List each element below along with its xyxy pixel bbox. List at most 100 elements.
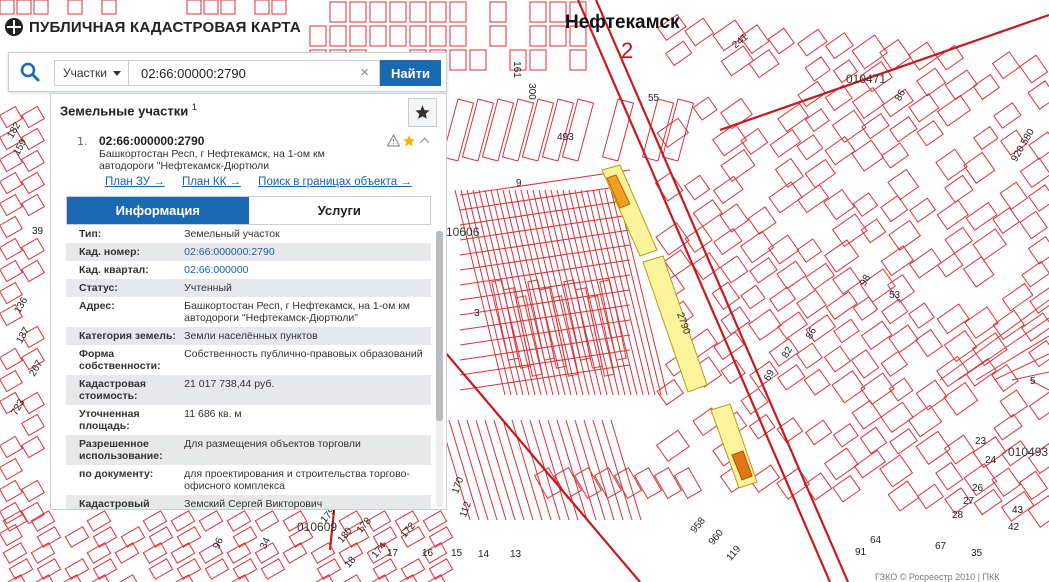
property-row: Кадастровая стоимость: 21 017 738,44 руб. <box>66 375 431 405</box>
property-value: Собственность публично-правовых образова… <box>184 348 423 360</box>
result-cad-number[interactable]: 02:66:000000:2790 <box>99 134 204 148</box>
app-title: ПУБЛИЧНАЯ КАДАСТРОВАЯ КАРТА <box>29 18 301 36</box>
map-attribution: ГЗКО © Росреестр 2010 | ПКК <box>872 572 1003 582</box>
results-panel: Земельные участки 1 1. 02:66:000000:2790… <box>50 93 447 510</box>
property-row: Форма собственности: Собственность публич… <box>66 345 431 375</box>
property-row: Статус: Учтенный <box>66 279 431 297</box>
map-parcel-number: 493 <box>557 132 574 143</box>
map-parcel-number: 24 <box>985 455 997 466</box>
map-parcel-number: 17 <box>387 548 399 559</box>
chevron-up-icon[interactable] <box>418 134 431 147</box>
map-parcel-number: 3 <box>474 308 480 319</box>
app-header: ПУБЛИЧНАЯ КАДАСТРОВАЯ КАРТА <box>5 16 301 38</box>
property-key: по документу: <box>79 468 154 480</box>
map-parcel-number: 67 <box>935 541 947 552</box>
property-row: Разрешенное использование: Для размещения… <box>66 435 431 465</box>
property-value: для проектирования и строительства торго… <box>184 468 410 492</box>
property-value[interactable]: 02:66:000000:2790 <box>184 246 431 258</box>
property-value: Земельный участок <box>184 228 280 240</box>
property-key: Кад. квартал: <box>79 264 149 276</box>
map-parcel-number: 53 <box>889 290 901 301</box>
search-type-select[interactable]: Участки <box>54 60 129 86</box>
tab-information[interactable]: Информация <box>67 197 249 224</box>
map-parcel-number: 64 <box>870 535 882 546</box>
link-plan-zu[interactable]: План ЗУ → <box>105 176 165 188</box>
star-filled-icon[interactable] <box>402 134 416 148</box>
property-value: Башкортостан Респ, г Нефтекамск, на 1-ом… <box>184 300 411 324</box>
globe-logo-icon <box>5 18 23 36</box>
result-count: 1 <box>191 102 197 112</box>
map-parcel-number: 161 <box>510 61 522 78</box>
result-index: 1. <box>77 135 88 148</box>
map-parcel-number: 9 <box>516 178 522 189</box>
warning-icon[interactable] <box>387 134 400 147</box>
link-search-in-bounds[interactable]: Поиск в границах объекта → <box>258 176 412 188</box>
map-city-label: Нефтекамск <box>565 12 680 33</box>
map-block-label: 10606 <box>446 225 480 239</box>
property-key: Разрешенное использование: <box>79 438 163 462</box>
property-row: Кад. номер: 02:66:000000:2790 <box>66 243 431 261</box>
map-parcel-number: 26 <box>972 483 984 494</box>
property-row: Кадастровый Земский Сергей Викторович <box>66 495 431 510</box>
result-address: Башкортостан Респ, г Нефтекамск, на 1-ом… <box>99 148 325 172</box>
property-row: по документу: для проектирования и строит… <box>66 465 431 495</box>
property-key: Форма собственности: <box>79 348 161 372</box>
map-parcel-number: 39 <box>32 226 44 237</box>
search-type-value: Участки <box>63 66 107 80</box>
map-parcel-number: 43 <box>1012 505 1024 516</box>
map-block-label: 010493 <box>1008 445 1049 459</box>
clear-icon[interactable]: × <box>360 64 369 81</box>
search-input[interactable]: 02:66:00000:2790 × <box>129 60 380 86</box>
map-parcel-number: 5 <box>1030 376 1036 387</box>
map-parcel-number: 35 <box>971 548 983 559</box>
search-icon[interactable] <box>19 61 41 83</box>
map-parcel-number: 55 <box>648 93 660 104</box>
property-row: Тип: Земельный участок <box>66 225 431 243</box>
panel-title: Земельные участки 1 <box>60 102 197 118</box>
favorites-button[interactable] <box>408 98 437 127</box>
property-row: Категория земель: Земли населённых пункто… <box>66 327 431 345</box>
detail-tabs: Информация Услуги <box>66 196 431 225</box>
result-links: План ЗУ → План КК → Поиск в границах объ… <box>105 176 426 188</box>
map-block-label: 010609 <box>297 520 338 534</box>
map-city-number: 2 <box>621 38 634 63</box>
map-parcel-number: 14 <box>478 549 490 560</box>
property-value[interactable]: 02:66:000000 <box>184 264 431 276</box>
map-block-label: 010471 <box>846 72 887 86</box>
chevron-down-icon <box>113 71 121 76</box>
property-value: Для размещения объектов торговли <box>184 438 361 450</box>
property-value: Учтенный <box>184 282 232 294</box>
map-parcel-number: 300 <box>525 83 537 100</box>
map-parcel-number: 27 <box>963 496 975 507</box>
map-parcel-number: 15 <box>451 548 463 559</box>
property-key: Уточненная площадь: <box>79 408 140 432</box>
property-value: Земли населённых пунктов <box>184 330 318 342</box>
map-parcel-number: 42 <box>1008 522 1020 533</box>
search-bar: Участки 02:66:00000:2790 × Найти <box>8 52 447 92</box>
tab-services[interactable]: Услуги <box>248 197 430 224</box>
property-key: Кадастровый <box>79 498 150 510</box>
map-parcel-number: 16 <box>422 548 434 559</box>
star-icon <box>415 105 430 119</box>
find-button[interactable]: Найти <box>380 60 441 86</box>
property-key: Категория земель: <box>79 330 176 342</box>
property-value: 21 017 738,44 руб. <box>184 378 275 390</box>
scrollbar-thumb[interactable] <box>436 231 443 421</box>
property-key: Адрес: <box>79 300 115 312</box>
property-row: Адрес: Башкортостан Респ, г Нефтекамск, н… <box>66 297 431 327</box>
property-row: Уточненная площадь: 11 686 кв. м <box>66 405 431 435</box>
property-row: Кад. квартал: 02:66:000000 <box>66 261 431 279</box>
result-actions <box>387 134 431 148</box>
map-parcel-number: 13 <box>510 549 522 560</box>
property-key: Тип: <box>79 228 102 240</box>
property-key: Кадастровая стоимость: <box>79 378 146 402</box>
map-parcel-number: 28 <box>952 510 964 521</box>
map-parcel-number: 91 <box>855 547 867 558</box>
property-key: Статус: <box>79 282 118 294</box>
link-plan-kk[interactable]: План КК → <box>182 176 241 188</box>
properties-table: Тип: Земельный участок Кад. номер: 02:66:00… <box>66 225 431 510</box>
panel-title-text: Земельные участки <box>60 103 189 119</box>
property-value: Земский Сергей Викторович <box>184 498 323 510</box>
map-parcel-number: 23 <box>975 436 987 447</box>
panel-scrollbar[interactable] <box>436 231 443 507</box>
